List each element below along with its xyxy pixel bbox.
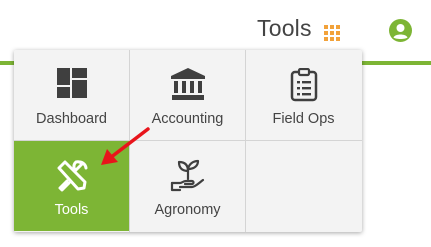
user-avatar-icon[interactable] bbox=[389, 19, 412, 42]
menu-divider bbox=[14, 140, 362, 141]
bank-icon bbox=[170, 68, 205, 105]
menu-item-label: Accounting bbox=[151, 111, 224, 127]
menu-item-empty bbox=[246, 141, 361, 231]
menu-item-field-ops[interactable]: Field Ops bbox=[246, 50, 361, 140]
menu-item-label: Dashboard bbox=[36, 111, 107, 127]
clipboard-icon bbox=[290, 67, 318, 107]
grid-icon[interactable] bbox=[324, 25, 340, 41]
dashboard-icon bbox=[56, 68, 87, 103]
menu-item-tools[interactable]: Tools bbox=[14, 141, 129, 231]
menu-item-label: Tools bbox=[54, 202, 89, 218]
tools-icon bbox=[55, 159, 89, 198]
menu-item-label: Field Ops bbox=[272, 111, 335, 127]
menu-divider bbox=[245, 50, 246, 232]
apps-menu: Dashboard Accounting Field Ops Tools Agr… bbox=[14, 50, 362, 232]
page-title: Tools bbox=[257, 15, 312, 41]
menu-item-dashboard[interactable]: Dashboard bbox=[14, 50, 129, 140]
menu-item-label: Agronomy bbox=[154, 202, 221, 218]
menu-divider bbox=[129, 50, 130, 232]
menu-item-agronomy[interactable]: Agronomy bbox=[130, 141, 245, 231]
menu-item-accounting[interactable]: Accounting bbox=[130, 50, 245, 140]
sprout-hand-icon bbox=[170, 159, 206, 198]
